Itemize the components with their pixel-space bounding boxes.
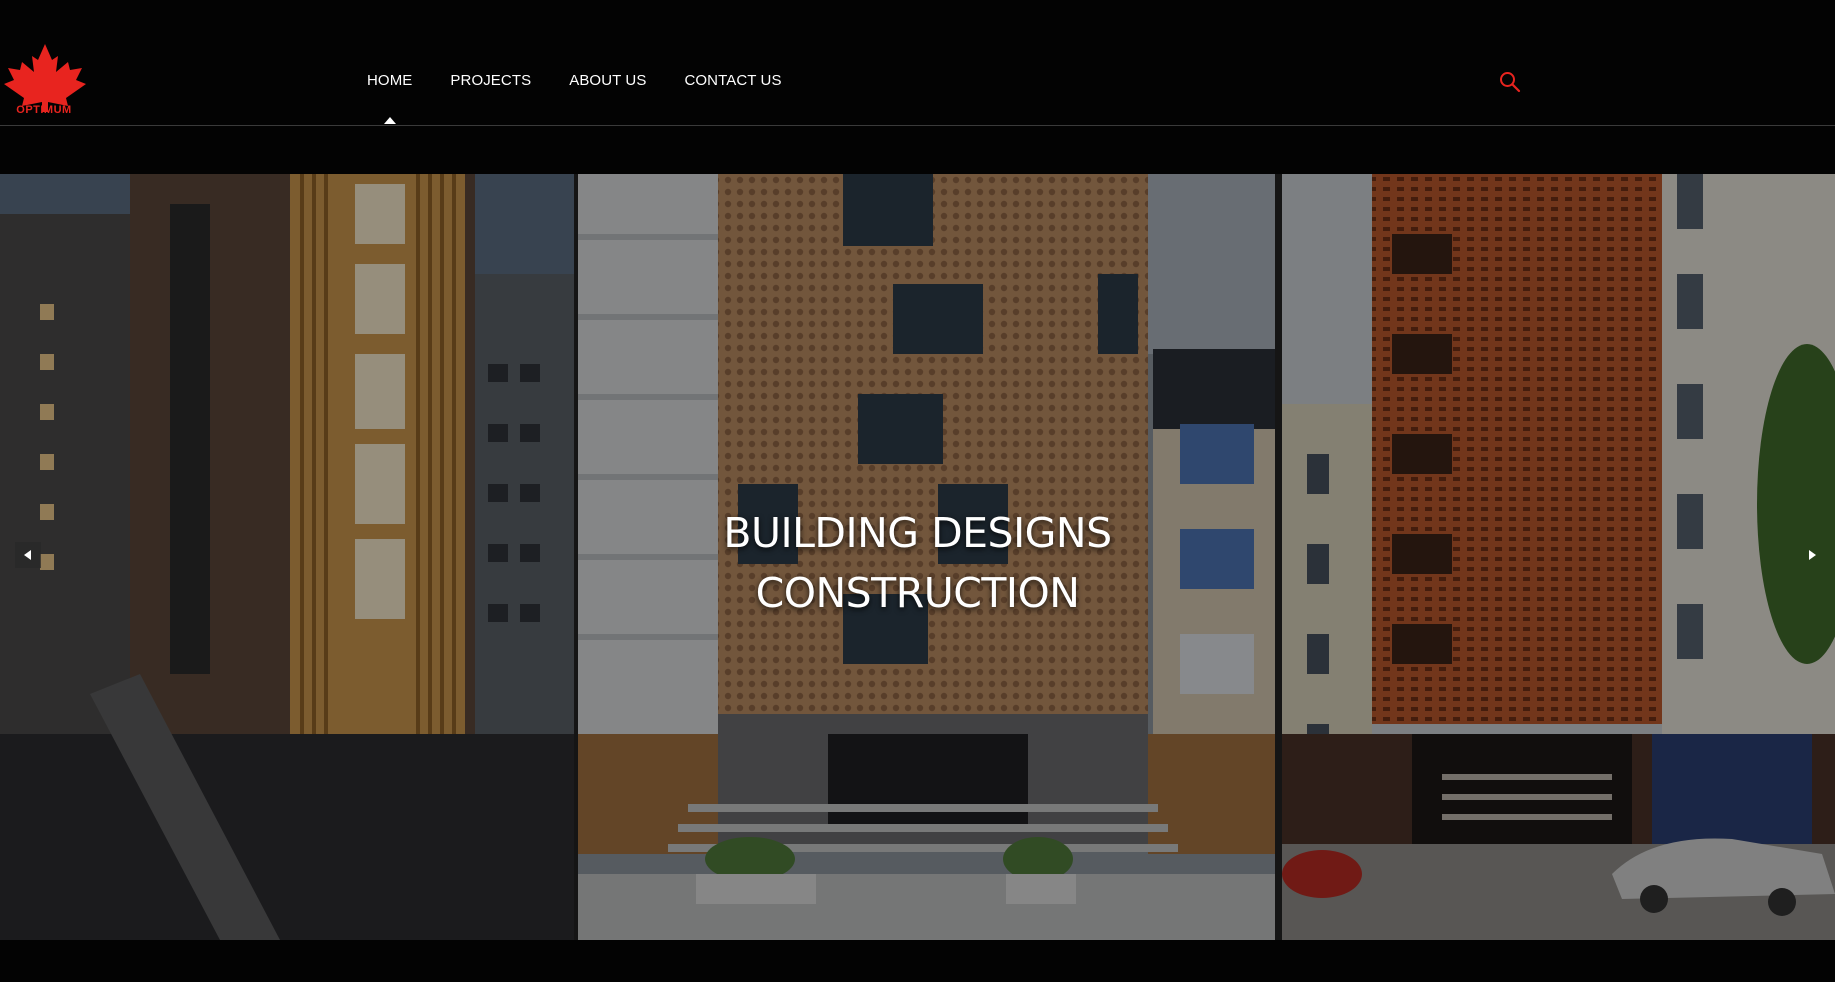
arrow-right-icon	[1809, 550, 1816, 560]
slide-image-left	[0, 174, 574, 940]
hero-caption-line2: CONSTRUCTION	[755, 569, 1080, 617]
logo-text: OPTIMUM	[16, 104, 72, 116]
site-header: OPTIMUM HOME PROJECTS ABOUT US CONTACT U…	[0, 0, 1835, 126]
hero-slider: BUILDING DESIGNS CONSTRUCTION	[0, 174, 1835, 940]
slide-image-center	[578, 174, 1275, 940]
slide-image-right	[1282, 174, 1835, 940]
nav-projects[interactable]: PROJECTS	[450, 72, 531, 89]
search-button[interactable]	[1498, 70, 1522, 94]
main-nav: HOME PROJECTS ABOUT US CONTACT US	[367, 72, 820, 89]
nav-contact-us[interactable]: CONTACT US	[684, 72, 781, 89]
search-icon	[1500, 72, 1521, 93]
nav-home[interactable]: HOME	[367, 72, 412, 89]
maple-leaf-icon	[4, 44, 86, 112]
arrow-left-icon	[24, 550, 31, 560]
slider-next-button[interactable]	[1799, 542, 1825, 568]
nav-about-us[interactable]: ABOUT US	[569, 72, 646, 89]
hero-caption-line1: BUILDING DESIGNS	[723, 509, 1112, 557]
slider-prev-button[interactable]	[15, 542, 41, 568]
